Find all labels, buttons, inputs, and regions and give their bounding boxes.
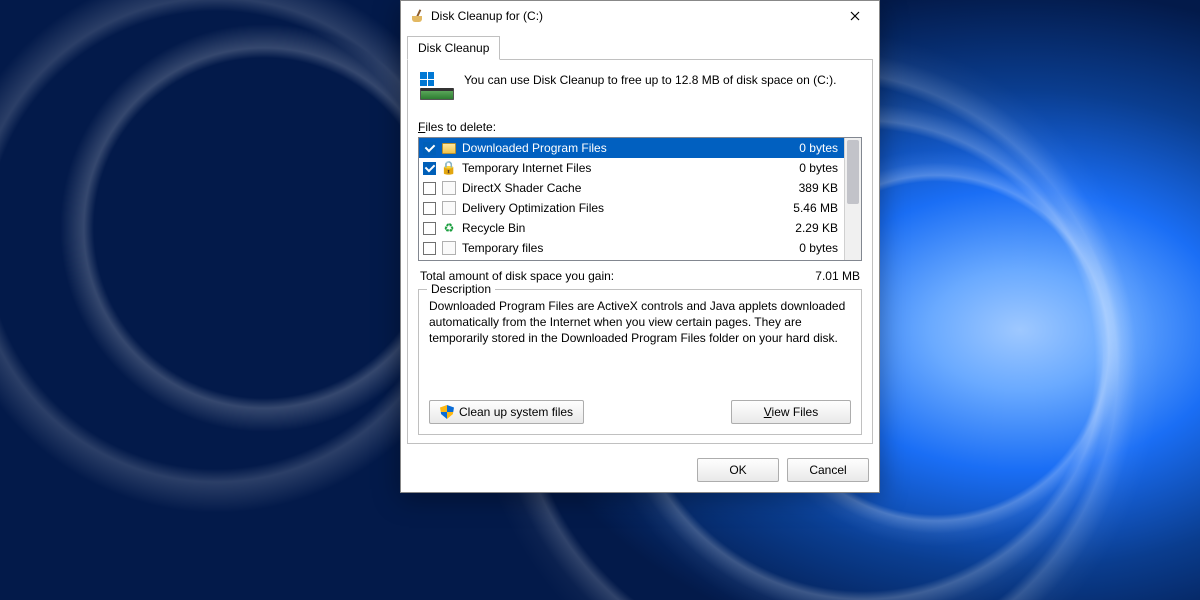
description-text: Downloaded Program Files are ActiveX con…	[429, 298, 851, 368]
list-item[interactable]: ♻ Recycle Bin 2.29 KB	[419, 218, 844, 238]
checkbox[interactable]	[423, 202, 436, 215]
item-name: Delivery Optimization Files	[462, 201, 773, 215]
item-name: Temporary Internet Files	[462, 161, 773, 175]
file-icon	[442, 201, 456, 215]
cancel-button[interactable]: Cancel	[787, 458, 869, 482]
ok-button[interactable]: OK	[697, 458, 779, 482]
tab-panel: You can use Disk Cleanup to free up to 1…	[407, 59, 873, 444]
files-listbox[interactable]: Downloaded Program Files 0 bytes 🔒 Temporar…	[418, 137, 862, 261]
dialog-footer: OK Cancel	[401, 450, 879, 492]
tab-disk-cleanup[interactable]: Disk Cleanup	[407, 36, 500, 60]
item-size: 0 bytes	[778, 161, 838, 175]
checkbox[interactable]	[423, 242, 436, 255]
drive-icon	[420, 72, 454, 106]
scrollbar[interactable]	[844, 138, 861, 260]
item-size: 0 bytes	[778, 241, 838, 255]
scrollbar-thumb[interactable]	[847, 140, 859, 204]
list-item[interactable]: 🔒 Temporary Internet Files 0 bytes	[419, 158, 844, 178]
ok-label: OK	[729, 463, 746, 477]
lock-icon: 🔒	[441, 160, 457, 176]
summary-row: You can use Disk Cleanup to free up to 1…	[418, 68, 862, 116]
tabstrip: Disk Cleanup	[401, 31, 879, 59]
item-name: Recycle Bin	[462, 221, 773, 235]
close-icon	[850, 11, 860, 21]
item-size: 2.29 KB	[778, 221, 838, 235]
list-item[interactable]: Downloaded Program Files 0 bytes	[419, 138, 844, 158]
view-files-label: View Files	[764, 405, 818, 419]
file-icon	[442, 181, 456, 195]
broom-icon	[409, 8, 425, 24]
clean-system-files-button[interactable]: Clean up system files	[429, 400, 584, 424]
titlebar[interactable]: Disk Cleanup for (C:)	[401, 1, 879, 31]
checkbox[interactable]	[423, 182, 436, 195]
description-legend: Description	[427, 282, 495, 296]
disk-cleanup-dialog: Disk Cleanup for (C:) Disk Cleanup You c…	[400, 0, 880, 493]
clean-system-files-label: Clean up system files	[459, 405, 573, 419]
item-name: DirectX Shader Cache	[462, 181, 773, 195]
list-item[interactable]: Delivery Optimization Files 5.46 MB	[419, 198, 844, 218]
files-to-delete-label: Files to delete:	[418, 120, 862, 134]
folder-icon	[442, 143, 456, 154]
cancel-label: Cancel	[809, 463, 846, 477]
item-size: 5.46 MB	[778, 201, 838, 215]
file-icon	[442, 241, 456, 255]
item-size: 389 KB	[778, 181, 838, 195]
list-item[interactable]: DirectX Shader Cache 389 KB	[419, 178, 844, 198]
total-label: Total amount of disk space you gain:	[420, 269, 614, 283]
description-groupbox: Description Downloaded Program Files are…	[418, 289, 862, 435]
shield-icon	[440, 405, 454, 419]
summary-text: You can use Disk Cleanup to free up to 1…	[464, 72, 836, 106]
recycle-bin-icon: ♻	[444, 221, 455, 235]
list-item[interactable]: Temporary files 0 bytes	[419, 238, 844, 258]
item-size: 0 bytes	[778, 141, 838, 155]
total-value: 7.01 MB	[815, 269, 860, 283]
window-title: Disk Cleanup for (C:)	[431, 9, 835, 23]
item-name: Downloaded Program Files	[462, 141, 773, 155]
close-button[interactable]	[835, 2, 875, 30]
checkbox[interactable]	[423, 162, 436, 175]
checkbox[interactable]	[423, 142, 436, 155]
item-name: Temporary files	[462, 241, 773, 255]
view-files-button[interactable]: View Files	[731, 400, 851, 424]
checkbox[interactable]	[423, 222, 436, 235]
